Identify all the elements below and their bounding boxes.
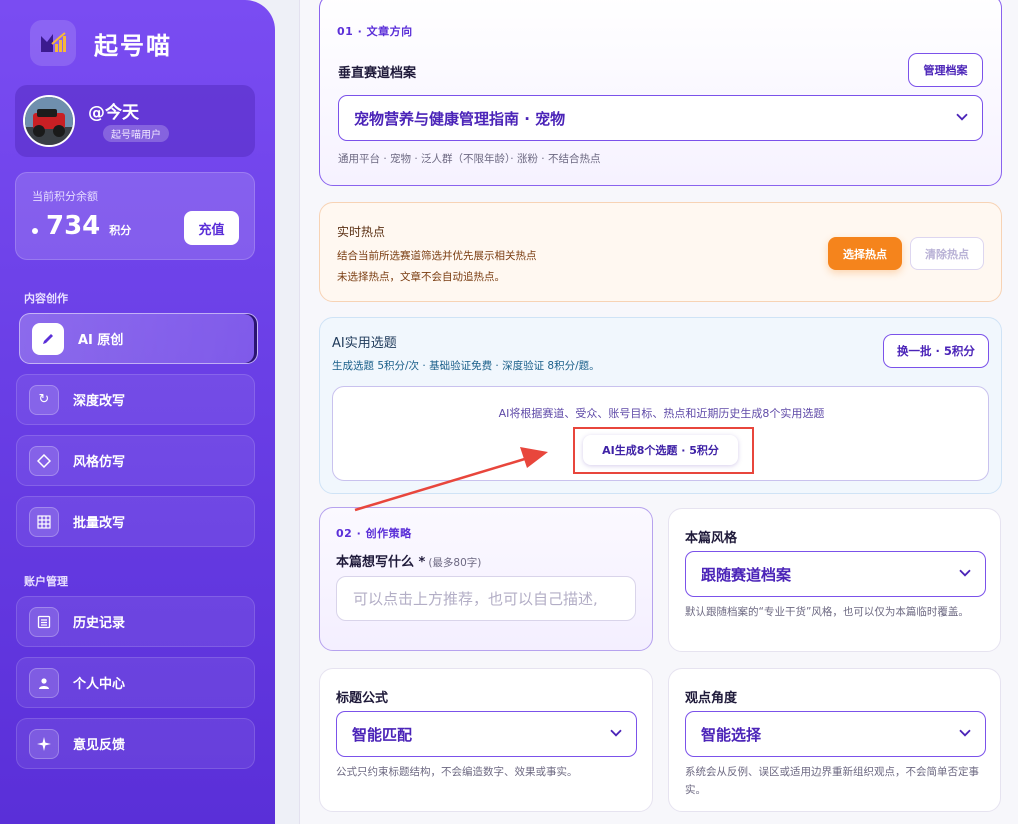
list-icon <box>29 606 59 637</box>
sidebar-item-batch-rewrite[interactable]: 批量改写 <box>16 496 255 547</box>
chevron-down-icon <box>956 110 968 124</box>
ai-topics-card: AI实用选题 生成选题 5积分/次 · 基础验证免费 · 深度验证 8积分/题。… <box>319 317 1002 494</box>
grid-icon <box>29 506 59 537</box>
brand-name: 起号喵 <box>94 31 172 60</box>
step-tag: 01 · 文章方向 <box>337 25 413 38</box>
clear-hot-button[interactable]: 清除热点 <box>910 237 984 270</box>
track-profile-select[interactable]: 宠物营养与健康管理指南 · 宠物 <box>338 95 983 141</box>
topics-hint: AI将根据赛道、受众、账号目标、热点和近期历史生成8个实用选题 <box>498 407 825 420</box>
main-content: 01 · 文章方向 垂直赛道档案 管理档案 宠物营养与健康管理指南 · 宠物 通… <box>299 0 1018 824</box>
select-value: 智能匹配 <box>352 725 413 744</box>
sidebar-item-profile[interactable]: 个人中心 <box>16 657 255 708</box>
title-formula-card: 标题公式 智能匹配 公式只约束标题结构，不会编造数字、效果或事实。 <box>319 668 653 812</box>
sidebar-item-history[interactable]: 历史记录 <box>16 596 255 647</box>
sidebar-item-style-imitate[interactable]: 风格仿写 <box>16 435 255 486</box>
user-icon <box>29 667 59 698</box>
generate-topics-button[interactable]: AI生成8个选题 · 5积分 <box>583 435 738 465</box>
hot-topics-card: 实时热点 结合当前所选赛道筛选并优先展示相关热点 未选择热点，文章不会自动追热点… <box>319 202 1002 302</box>
chevron-down-icon <box>610 726 622 740</box>
refresh-icon: ↻ <box>29 384 59 415</box>
direction-card: 01 · 文章方向 垂直赛道档案 管理档案 宠物营养与健康管理指南 · 宠物 通… <box>319 0 1002 186</box>
topic-label: 本篇想写什么 * <box>336 555 426 570</box>
diamond-icon <box>29 445 59 476</box>
brand[interactable]: 起号喵 <box>30 20 172 66</box>
style-card: 本篇风格 跟随赛道档案 默认跟随档案的“专业干货”风格，也可以仅为本篇临时覆盖。 <box>668 508 1001 652</box>
section-label-account: 账户管理 <box>24 575 68 588</box>
style-select[interactable]: 跟随赛道档案 <box>685 551 986 597</box>
ai-topics-pricing: 生成选题 5积分/次 · 基础验证免费 · 深度验证 8积分/题。 <box>332 360 600 372</box>
viewpoint-card: 观点角度 智能选择 系统会从反例、误区或适用边界重新组织观点，不会简单否定事实。 <box>668 668 1001 812</box>
title-formula-hint: 公式只约束标题结构，不会编造数字、效果或事实。 <box>336 766 578 778</box>
strategy-card: 02 · 创作策略 本篇想写什么 * (最多80字) 可以点击上方推荐，也可以自… <box>319 507 653 651</box>
sidebar-item-label: 意见反馈 <box>73 738 126 753</box>
sidebar-item-label: AI 原创 <box>78 333 124 348</box>
track-profile-label: 垂直赛道档案 <box>338 66 417 81</box>
step-tag: 02 · 创作策略 <box>336 527 412 540</box>
sidebar-item-feedback[interactable]: 意见反馈 <box>16 718 255 769</box>
points-number: 734 <box>46 211 101 241</box>
points-unit: 积分 <box>109 224 132 237</box>
refresh-topics-button[interactable]: 换一批 · 5积分 <box>883 334 989 368</box>
chevron-down-icon <box>959 566 971 580</box>
select-value: 智能选择 <box>701 725 762 744</box>
title-formula-select[interactable]: 智能匹配 <box>336 711 637 757</box>
recharge-button[interactable]: 充值 <box>184 211 239 245</box>
sidebar-item-ai-original[interactable]: AI 原创 <box>19 313 258 364</box>
sidebar-item-label: 个人中心 <box>73 677 126 692</box>
title-formula-label: 标题公式 <box>336 691 389 706</box>
sidebar-item-label: 深度改写 <box>73 394 126 409</box>
viewpoint-select[interactable]: 智能选择 <box>685 711 986 757</box>
topic-input[interactable]: 可以点击上方推荐，也可以自己描述, <box>336 576 636 621</box>
user-role-badge: 起号喵用户 <box>103 125 169 142</box>
chevron-down-icon <box>959 726 971 740</box>
sidebar-item-label: 批量改写 <box>73 516 126 531</box>
ai-topics-title: AI实用选题 <box>332 336 397 351</box>
avatar[interactable] <box>23 95 75 147</box>
user-card[interactable]: @今天 起号喵用户 <box>15 85 255 157</box>
select-hot-button[interactable]: 选择热点 <box>828 237 902 270</box>
hot-topics-desc: 结合当前所选赛道筛选并优先展示相关热点 <box>337 250 537 262</box>
sidebar-item-label: 风格仿写 <box>73 455 126 470</box>
viewpoint-label: 观点角度 <box>685 691 738 706</box>
sparkle-icon <box>29 728 59 759</box>
sidebar: 起号喵 @今天 起号喵用户 当前积分余额 734 积分 充值 内容创作 AI 原… <box>0 0 275 824</box>
sidebar-item-deep-rewrite[interactable]: ↻ 深度改写 <box>16 374 255 425</box>
points-card: 当前积分余额 734 积分 充值 <box>15 172 255 260</box>
sidebar-item-label: 历史记录 <box>73 616 126 631</box>
user-name: @今天 <box>88 103 139 123</box>
style-hint: 默认跟随档案的“专业干货”风格，也可以仅为本篇临时覆盖。 <box>685 606 969 618</box>
manage-profile-button[interactable]: 管理档案 <box>908 53 983 87</box>
topics-empty-box: AI将根据赛道、受众、账号目标、热点和近期历史生成8个实用选题 AI生成8个选题… <box>332 386 989 481</box>
highlight-box: AI生成8个选题 · 5积分 <box>573 427 754 474</box>
section-label-content: 内容创作 <box>24 292 68 305</box>
hot-topics-title: 实时热点 <box>337 225 386 239</box>
topic-input-label: 本篇想写什么 * (最多80字) <box>336 551 481 570</box>
char-limit: (最多80字) <box>428 557 482 569</box>
points-label: 当前积分余额 <box>32 190 98 203</box>
points-value: 734 积分 <box>32 211 131 241</box>
select-value: 宠物营养与健康管理指南 · 宠物 <box>354 109 566 128</box>
dot-icon <box>32 228 38 234</box>
style-label: 本篇风格 <box>685 531 738 546</box>
hot-topics-status: 未选择热点，文章不会自动追热点。 <box>337 271 505 283</box>
logo-icon <box>30 20 76 66</box>
select-value: 跟随赛道档案 <box>701 565 792 584</box>
viewpoint-hint: 系统会从反例、误区或适用边界重新组织观点，不会简单否定事实。 <box>685 766 979 796</box>
pen-icon <box>32 322 64 355</box>
track-profile-hint: 通用平台 · 宠物 · 泛人群（不限年龄）· 涨粉 · 不结合热点 <box>338 153 601 165</box>
